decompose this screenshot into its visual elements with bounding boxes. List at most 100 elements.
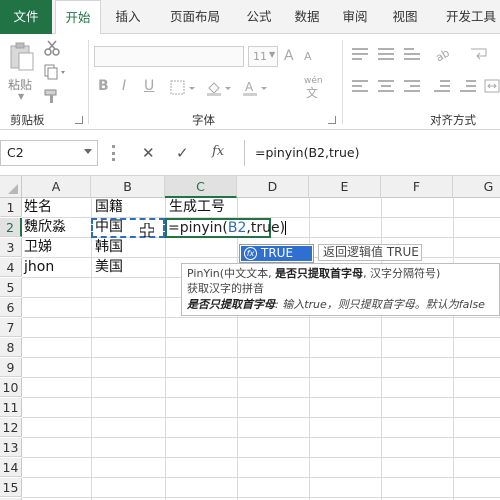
align-center-icon[interactable] [378,80,394,94]
gridline [22,437,500,438]
tab-review[interactable]: 审阅 [336,0,374,34]
cell-b1[interactable]: 国籍 [93,198,123,217]
svg-text:A: A [245,80,254,94]
row-header-7[interactable]: 7 [0,318,22,337]
align-top-icon[interactable] [352,48,368,62]
gridline [91,198,92,500]
formula-bar-splitter[interactable] [112,145,115,161]
insert-function-icon[interactable]: fx [212,144,224,159]
text-caret [285,221,287,235]
select-all-button[interactable] [0,176,22,198]
font-color-icon[interactable]: A [242,80,270,96]
cell-a2[interactable]: 魏欣淼 [22,218,66,237]
orientation-icon[interactable]: ab [433,46,454,64]
row-header-11[interactable]: 11 [0,398,22,417]
cell-a3[interactable]: 卫娣 [22,238,52,257]
wrap-text-icon[interactable] [470,46,490,62]
gridline [22,317,500,318]
chevron-down-icon[interactable] [84,149,92,154]
column-header-e[interactable]: E [309,176,381,198]
formula-prefix: =pinyin( [168,220,228,236]
autocomplete-item-true[interactable]: fx TRUE [241,246,312,261]
tab-formulas[interactable]: 公式 [240,0,278,34]
gridline [165,198,166,500]
align-right-icon[interactable] [404,80,420,94]
tab-insert[interactable]: 插入 [108,0,148,34]
tab-page-layout[interactable]: 页面布局 [156,0,234,34]
column-header-g[interactable]: G [453,176,500,198]
column-header-b[interactable]: B [91,176,165,198]
row-header-6[interactable]: 6 [0,298,22,317]
gridline [22,457,500,458]
row-header-9[interactable]: 9 [0,358,22,377]
font-size-dropdown[interactable]: 11 ▼ [248,46,278,67]
align-left-icon[interactable] [352,80,368,94]
cell-c2-edit-text: =pinyin(B2,true) [168,219,287,238]
tab-home[interactable]: 开始 [55,0,101,35]
autocomplete-list: fx TRUE [239,244,314,263]
row-header-8[interactable]: 8 [0,338,22,357]
borders-icon[interactable] [170,80,198,96]
function-icon: fx [244,247,257,260]
row-header-15[interactable]: 15 [0,478,22,497]
font-size-up-icon[interactable]: A [284,48,294,64]
cell-select-cursor-icon [140,223,154,237]
phonetic-guide-icon: 文 [306,86,319,100]
row-header-14[interactable]: 14 [0,458,22,477]
enter-icon[interactable]: ✓ [176,144,189,162]
formula-input[interactable]: =pinyin(B2,true) [244,140,500,166]
tab-developer[interactable]: 开发工具 [438,0,500,34]
gridline [22,397,500,398]
cell-a4[interactable]: jhon [22,258,54,277]
clipboard-launcher-icon[interactable] [75,116,83,124]
phonetic-guide-button[interactable]: wén 文 [300,76,328,100]
cell-c1[interactable]: 生成工号 [167,198,225,217]
font-launcher-icon[interactable] [328,116,336,124]
cell-a1[interactable]: 姓名 [22,198,52,217]
formula-text: =pinyin(B2,true) [255,145,360,160]
paste-icon [10,42,34,71]
increase-indent-icon[interactable] [460,80,476,94]
row-header-10[interactable]: 10 [0,378,22,397]
font-size-down-icon[interactable]: A [304,50,312,63]
column-header-d[interactable]: D [237,176,309,198]
decrease-indent-icon[interactable] [434,80,450,94]
paste-button[interactable]: 粘贴 ▼ [6,42,38,101]
column-header-f[interactable]: F [381,176,453,198]
worksheet-grid[interactable]: A B C D E F G 1 2 3 4 5 6 7 8 9 10 11 12… [0,176,500,500]
paste-dropdown-icon[interactable]: ▼ [18,92,24,101]
underline-icon[interactable]: U [144,78,154,94]
italic-icon[interactable]: I [122,78,126,94]
tab-view[interactable]: 视图 [386,0,424,34]
column-header-c[interactable]: C [165,176,237,198]
row-header-12[interactable]: 12 [0,418,22,437]
bold-icon[interactable]: B [98,78,109,94]
merge-center-icon[interactable] [484,78,500,94]
row-header-3[interactable]: 3 [0,238,22,257]
cut-icon[interactable] [44,40,60,56]
parameter-name: 是否只提取首字母 [187,298,275,311]
row-header-4[interactable]: 4 [0,258,22,277]
cancel-icon[interactable]: ✕ [142,144,155,162]
tab-data[interactable]: 数据 [288,0,326,34]
gridline [22,477,500,478]
formula-reference: B2 [227,220,247,236]
cell-b4[interactable]: 美国 [93,258,123,277]
signature-end: , 汉字分隔符号) [363,267,441,280]
row-header-1[interactable]: 1 [0,198,22,217]
chevron-down-icon: ▼ [269,50,276,59]
copy-icon[interactable] [44,64,68,80]
cell-b3[interactable]: 韩国 [93,238,123,257]
column-header-a[interactable]: A [22,176,91,198]
format-painter-icon[interactable] [44,88,60,104]
row-header-2[interactable]: 2 [0,218,22,237]
name-box-value: C2 [7,145,24,160]
font-name-dropdown[interactable] [94,46,244,67]
gridline [22,417,500,418]
align-middle-icon[interactable] [378,48,394,62]
row-header-13[interactable]: 13 [0,438,22,457]
align-bottom-icon[interactable] [404,48,420,62]
fill-color-icon[interactable] [206,80,234,96]
row-header-5[interactable]: 5 [0,278,22,297]
tab-file[interactable]: 文件 [0,0,52,34]
